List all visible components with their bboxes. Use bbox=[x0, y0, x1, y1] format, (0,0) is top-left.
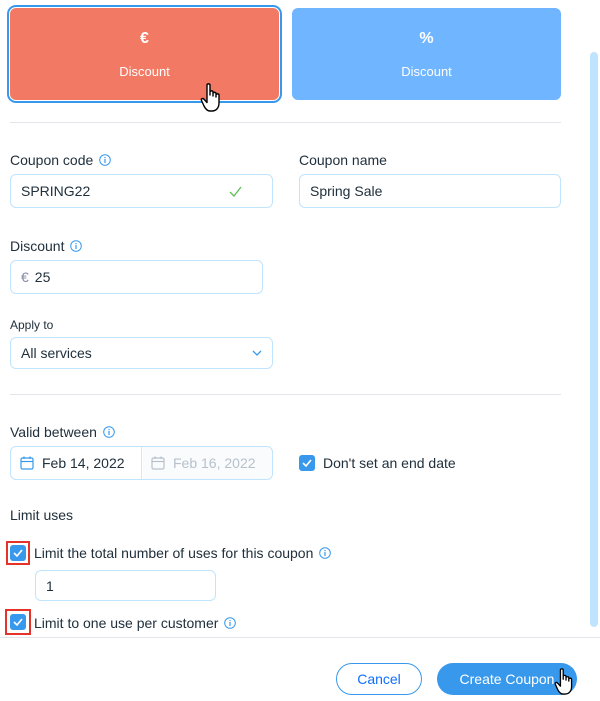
calendar-icon bbox=[151, 456, 165, 470]
cancel-button[interactable]: Cancel bbox=[336, 663, 422, 695]
apply-to-label-text: Apply to bbox=[10, 318, 54, 332]
no-end-date-label: Don't set an end date bbox=[323, 455, 456, 471]
scrollbar[interactable] bbox=[590, 52, 598, 627]
limit-per-customer-label: Limit to one use per customer bbox=[34, 615, 237, 631]
limit-total-input[interactable]: 1 bbox=[35, 570, 216, 601]
check-icon bbox=[229, 186, 242, 197]
discount-label: Discount bbox=[10, 238, 83, 254]
apply-to-label: Apply to bbox=[10, 318, 53, 332]
footer-divider bbox=[0, 637, 600, 638]
end-date-input[interactable]: Feb 16, 2022 bbox=[143, 447, 272, 479]
percent-discount-card[interactable]: % Discount bbox=[292, 8, 561, 100]
limit-total-label-text: Limit the total number of uses for this … bbox=[34, 545, 314, 561]
euro-discount-card[interactable]: € Discount bbox=[10, 8, 279, 100]
info-icon[interactable] bbox=[70, 240, 83, 252]
coupon-code-input[interactable]: SPRING22 bbox=[10, 174, 273, 208]
hand-cursor-icon bbox=[200, 83, 220, 112]
valid-between-label: Valid between bbox=[10, 424, 115, 440]
info-icon[interactable] bbox=[224, 617, 237, 629]
divider-top bbox=[10, 122, 561, 123]
info-icon[interactable] bbox=[99, 154, 112, 166]
coupon-code-label-text: Coupon code bbox=[10, 152, 94, 168]
limit-per-customer-checkbox[interactable] bbox=[10, 614, 26, 630]
chevron-down-icon bbox=[252, 350, 262, 356]
apply-to-select[interactable]: All services bbox=[10, 337, 273, 369]
percent-symbol: % bbox=[419, 29, 434, 47]
euro-symbol: € bbox=[140, 29, 149, 47]
checkmark-icon bbox=[302, 459, 312, 467]
coupon-name-value: Spring Sale bbox=[310, 183, 383, 199]
apply-to-value: All services bbox=[21, 345, 92, 361]
start-date-input[interactable]: Feb 14, 2022 bbox=[11, 447, 142, 479]
discount-amount-value: 25 bbox=[34, 269, 51, 285]
discount-amount-input[interactable]: € 25 bbox=[10, 260, 263, 294]
coupon-name-label: Coupon name bbox=[299, 152, 387, 168]
limit-uses-heading: Limit uses bbox=[10, 507, 73, 523]
coupon-code-label: Coupon code bbox=[10, 152, 112, 168]
limit-total-label: Limit the total number of uses for this … bbox=[34, 545, 332, 561]
hand-cursor-icon bbox=[554, 668, 573, 695]
coupon-code-value: SPRING22 bbox=[21, 183, 91, 199]
info-icon[interactable] bbox=[103, 426, 115, 438]
percent-discount-label: Discount bbox=[401, 63, 452, 79]
coupon-name-label-text: Coupon name bbox=[299, 152, 387, 168]
checkmark-icon bbox=[13, 618, 23, 626]
coupon-name-input[interactable]: Spring Sale bbox=[299, 174, 561, 208]
valid-between-label-text: Valid between bbox=[10, 424, 97, 440]
date-range-picker[interactable]: Feb 14, 2022 Feb 16, 2022 bbox=[10, 446, 273, 480]
start-date-value: Feb 14, 2022 bbox=[42, 455, 125, 471]
limit-uses-heading-text: Limit uses bbox=[10, 507, 74, 523]
no-end-date-checkbox[interactable] bbox=[299, 455, 315, 471]
euro-discount-label: Discount bbox=[119, 63, 170, 79]
divider-middle bbox=[10, 394, 561, 395]
no-end-date-label-text: Don't set an end date bbox=[323, 455, 456, 471]
limit-total-checkbox[interactable] bbox=[10, 545, 26, 561]
info-icon[interactable] bbox=[319, 547, 332, 559]
end-date-value: Feb 16, 2022 bbox=[173, 455, 256, 471]
limit-per-customer-label-text: Limit to one use per customer bbox=[34, 615, 219, 631]
limit-total-value: 1 bbox=[46, 577, 54, 594]
calendar-icon bbox=[20, 456, 34, 470]
checkmark-icon bbox=[13, 549, 23, 557]
discount-label-text: Discount bbox=[10, 238, 65, 254]
currency-symbol: € bbox=[21, 269, 29, 285]
